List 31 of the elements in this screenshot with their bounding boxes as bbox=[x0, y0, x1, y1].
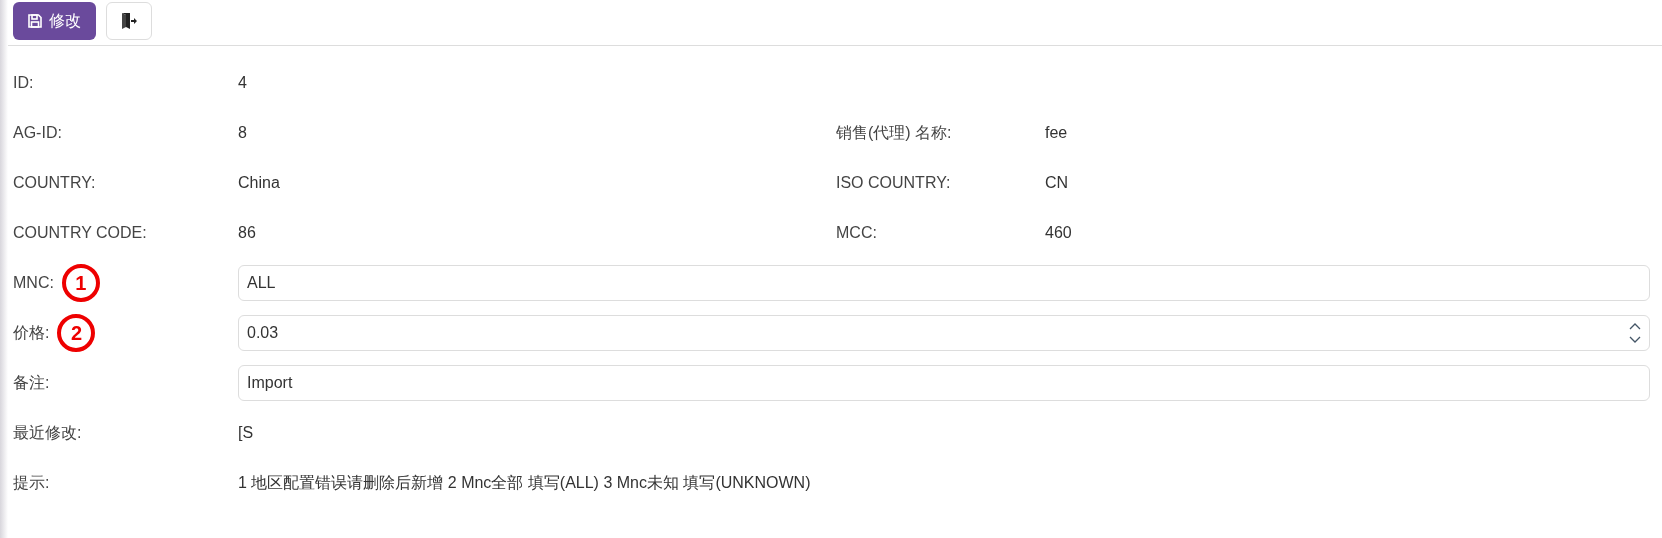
field-value: 86 bbox=[238, 224, 257, 242]
field-label: MNC: bbox=[12, 274, 54, 292]
field-label: COUNTRY: bbox=[12, 174, 97, 192]
field-label: ID: bbox=[12, 74, 35, 92]
field-label: COUNTRY CODE: bbox=[12, 224, 148, 242]
text-field[interactable]: ALL bbox=[238, 265, 1650, 301]
field-value: [S bbox=[238, 424, 254, 442]
field-label: 备注: bbox=[12, 372, 51, 393]
field-label: 销售(代理) 名称: bbox=[836, 122, 953, 143]
field-value: CN bbox=[1045, 174, 1069, 192]
field-label: 最近修改: bbox=[12, 422, 83, 443]
field-label: MCC: bbox=[836, 224, 878, 242]
field-value: 460 bbox=[1045, 224, 1072, 242]
field-value: fee bbox=[1045, 124, 1068, 142]
save-icon bbox=[27, 13, 43, 29]
field-label: ISO COUNTRY: bbox=[836, 174, 952, 192]
door-exit-icon bbox=[121, 12, 137, 30]
spinner-arrows-icon[interactable] bbox=[1628, 321, 1642, 345]
field-value: China bbox=[238, 174, 281, 192]
exit-button[interactable] bbox=[106, 2, 152, 40]
numbered-circle-annotation: 1 bbox=[61, 264, 100, 302]
field-value: 1 地区配置错误请删除后新增 2 Mnc全部 填写(ALL) 3 Mnc未知 填写(UNKNOWN) bbox=[238, 472, 811, 493]
field-value: 8 bbox=[238, 124, 248, 142]
number-field[interactable]: 0.03 bbox=[238, 315, 1650, 351]
save-button[interactable]: 修改 bbox=[13, 2, 96, 40]
text-field[interactable]: Import bbox=[238, 365, 1650, 401]
field-label: AG-ID: bbox=[12, 124, 63, 142]
field-value: 4 bbox=[238, 74, 247, 92]
numbered-circle-annotation: 2 bbox=[57, 314, 96, 352]
field-label: 价格: bbox=[12, 322, 50, 343]
field-label: 提示: bbox=[12, 472, 51, 493]
